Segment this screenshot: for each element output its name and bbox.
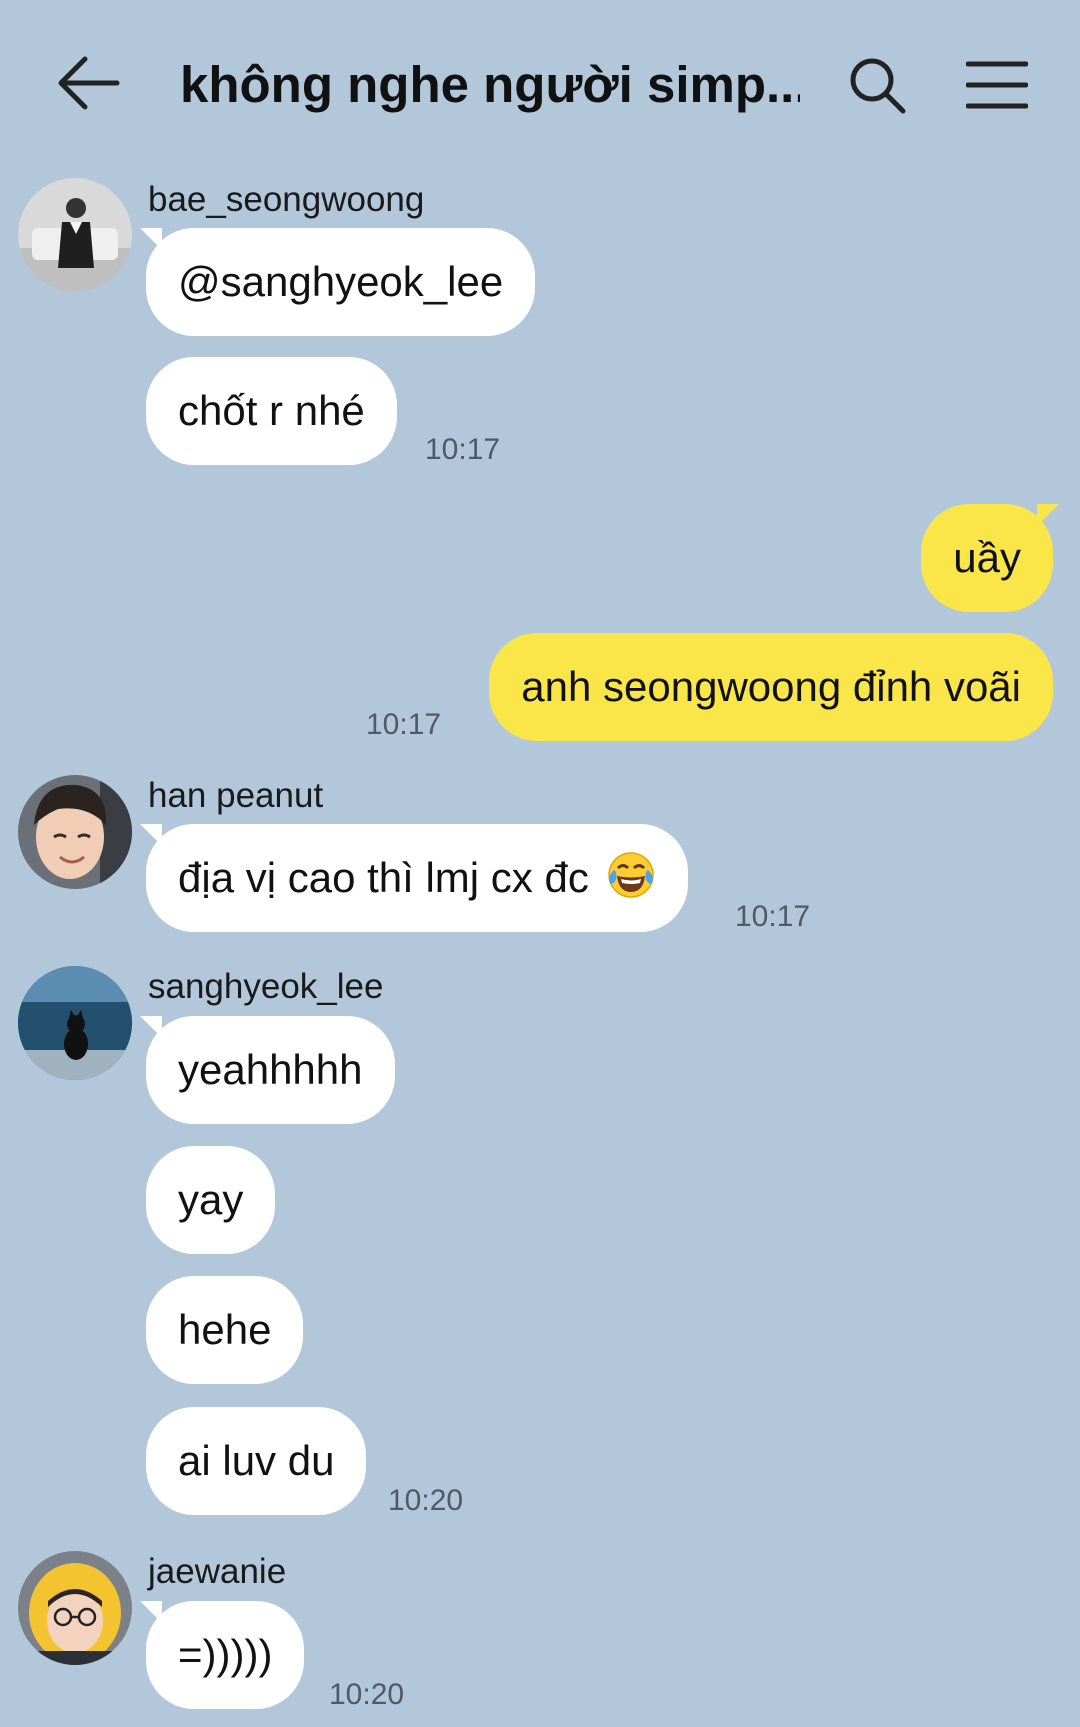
avatar-bae-seongwoong[interactable]: [18, 178, 132, 292]
avatar-han-peanut[interactable]: [18, 775, 132, 889]
message-bubble[interactable]: =))))): [146, 1601, 305, 1709]
message-text: địa vị cao thì lmj cx đc: [178, 854, 589, 901]
smiling-boy-photo: [18, 775, 132, 889]
tears-of-joy-emoji: [608, 852, 655, 898]
message-bubble[interactable]: địa vị cao thì lmj cx đc: [146, 824, 689, 932]
message-bubble[interactable]: yay: [146, 1146, 276, 1254]
avatar-jaewanie[interactable]: [18, 1551, 132, 1665]
arrow-left-icon[interactable]: [55, 55, 121, 111]
message-bubble[interactable]: hehe: [146, 1276, 304, 1384]
message-timestamp: 10:17: [366, 708, 442, 741]
sender-name: han peanut: [148, 776, 324, 815]
sender-name: jaewanie: [148, 1552, 287, 1591]
sender-name: sanghyeok_lee: [148, 967, 384, 1006]
yellow-hood-photo: [18, 1551, 132, 1665]
message-timestamp: 10:17: [425, 433, 501, 466]
message-bubble[interactable]: ai luv du: [146, 1407, 367, 1515]
chat-title[interactable]: không nghe người simp...: [180, 50, 800, 120]
message-bubble[interactable]: yeahhhhh: [146, 1016, 395, 1124]
message-timestamp: 10:17: [735, 900, 811, 933]
message-bubble[interactable]: chốt r nhé: [146, 357, 397, 465]
message-timestamp: 10:20: [329, 1678, 405, 1711]
message-bubble[interactable]: @sanghyeok_lee: [146, 228, 536, 336]
cat-by-sea-photo: [18, 966, 132, 1080]
message-timestamp: 10:20: [388, 1484, 464, 1517]
sender-name: bae_seongwoong: [148, 180, 425, 219]
hamburger-menu-icon[interactable]: [966, 60, 1028, 110]
message-bubble-outgoing[interactable]: anh seongwoong đỉnh voãi: [489, 633, 1053, 741]
search-icon[interactable]: [848, 56, 906, 114]
man-in-suit-photo: [18, 178, 132, 292]
message-bubble-outgoing[interactable]: uầy: [921, 504, 1053, 612]
chat-header: không nghe người simp...: [0, 0, 1080, 165]
avatar-sanghyeok-lee[interactable]: [18, 966, 132, 1080]
